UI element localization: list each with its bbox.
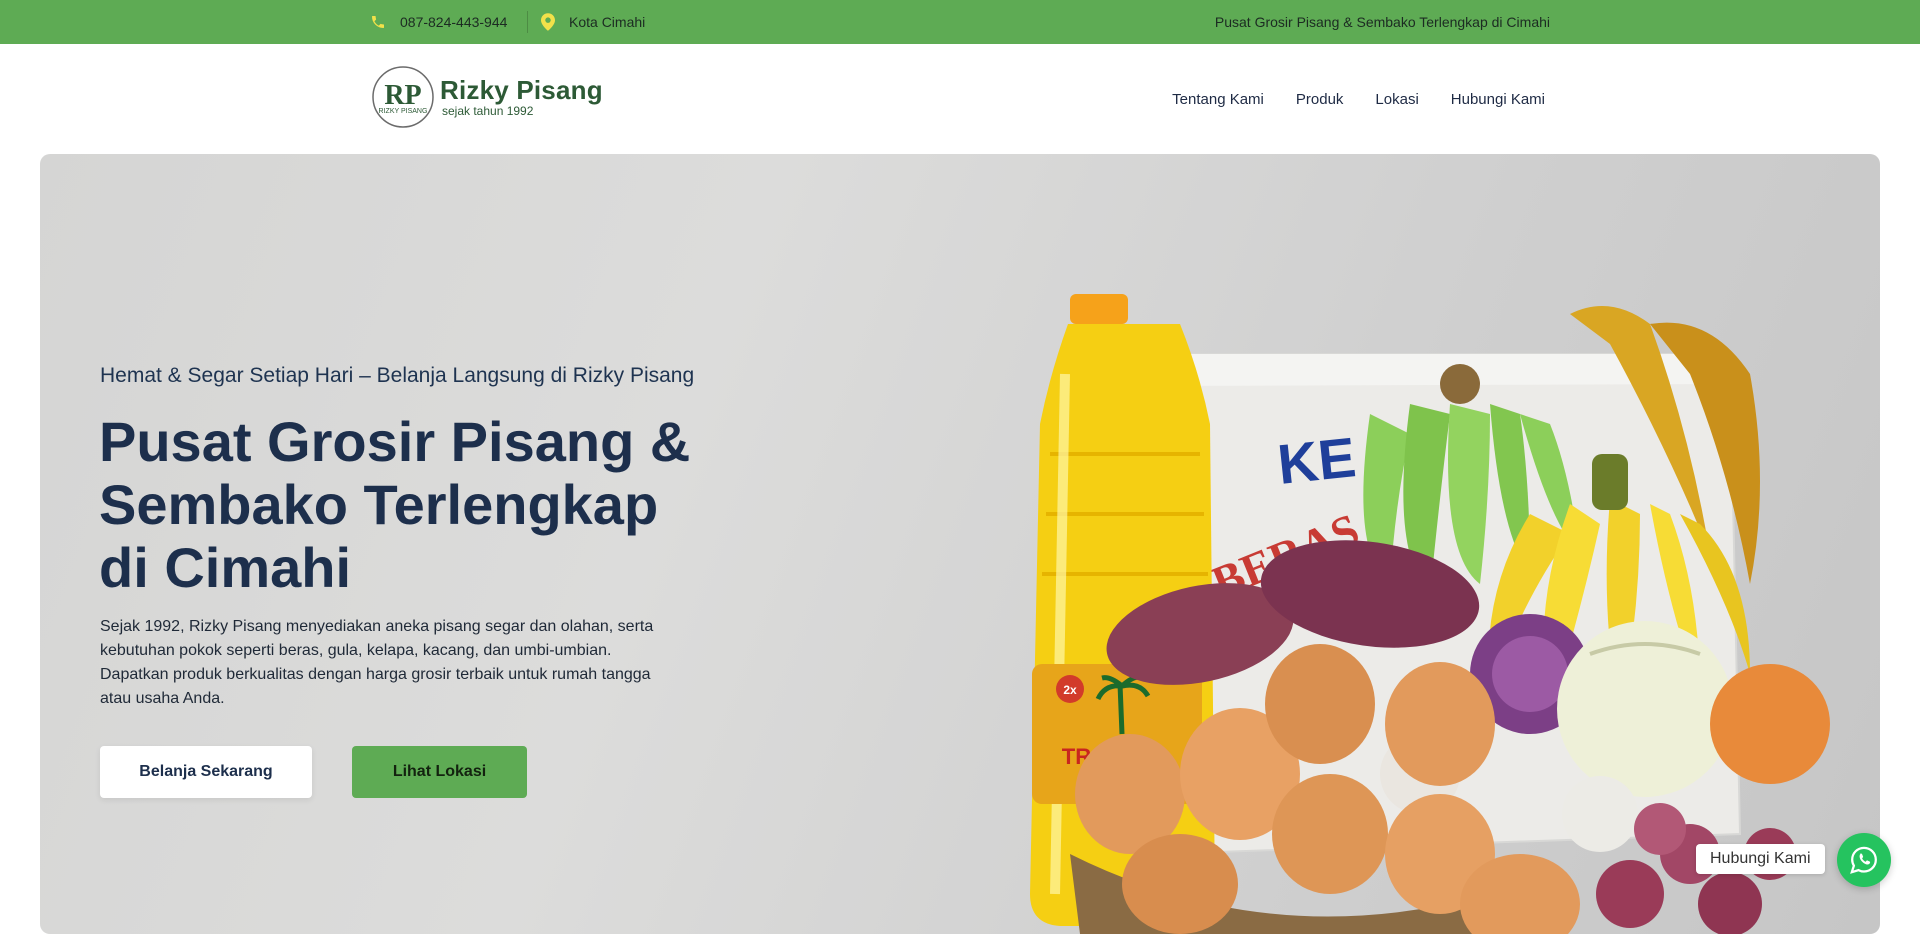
view-location-button[interactable]: Lihat Lokasi	[352, 746, 527, 798]
hero-description: Sejak 1992, Rizky Pisang menyediakan ane…	[100, 618, 654, 707]
nav-lokasi[interactable]: Lokasi	[1375, 91, 1418, 108]
main-nav: Tentang Kami Produk Lokasi Hubungi Kami	[1172, 44, 1545, 154]
logo-emblem-caption: RIZKY PISANG	[379, 108, 428, 115]
logo-emblem-letters: RP	[384, 80, 421, 111]
location-text: Kota Cimahi	[569, 14, 646, 30]
map-pin-icon	[541, 13, 555, 31]
nav-hubungi-kami[interactable]: Hubungi Kami	[1451, 91, 1545, 108]
nav-produk[interactable]: Produk	[1296, 91, 1344, 108]
topbar-phone[interactable]: 087-824-443-944	[370, 0, 507, 44]
site-header: RP RIZKY PISANG Rizky Pisang sejak tahun…	[0, 44, 1920, 154]
nav-tentang-kami[interactable]: Tentang Kami	[1172, 91, 1264, 108]
top-bar: 087-824-443-944 Kota Cimahi Pusat Grosir…	[0, 0, 1920, 44]
grocery-hero-image: KE BERAS 2x TROPICAL	[1030, 294, 1830, 934]
logo-wordmark: Rizky Pisang sejak tahun 1992	[440, 76, 603, 118]
topbar-divider	[527, 11, 528, 33]
topbar-location[interactable]: Kota Cimahi	[541, 0, 645, 44]
logo-name: Rizky Pisang	[440, 75, 603, 105]
shop-now-button[interactable]: Belanja Sekarang	[100, 746, 312, 798]
whatsapp-button[interactable]	[1837, 833, 1891, 887]
logo-tagline: sejak tahun 1992	[442, 104, 534, 118]
logo-emblem: RP RIZKY PISANG	[372, 66, 434, 128]
topbar-tagline: Pusat Grosir Pisang & Sembako Terlengkap…	[1214, 14, 1550, 30]
rice-bag-label: KE	[1275, 425, 1359, 496]
phone-number: 087-824-443-944	[400, 14, 508, 30]
hero-section: Hemat & Segar Setiap Hari – Belanja Lang…	[40, 154, 1880, 934]
whatsapp-icon	[1850, 846, 1877, 874]
hero-title: Pusat Grosir Pisang & Sembako Terlengkap…	[99, 410, 691, 599]
site-logo[interactable]: RP RIZKY PISANG Rizky Pisang sejak tahun…	[372, 64, 603, 130]
oil-badge: 2x	[1063, 683, 1077, 697]
whatsapp-label[interactable]: Hubungi Kami	[1696, 844, 1825, 874]
hero-eyebrow: Hemat & Segar Setiap Hari – Belanja Lang…	[100, 364, 695, 387]
phone-icon	[372, 16, 384, 28]
